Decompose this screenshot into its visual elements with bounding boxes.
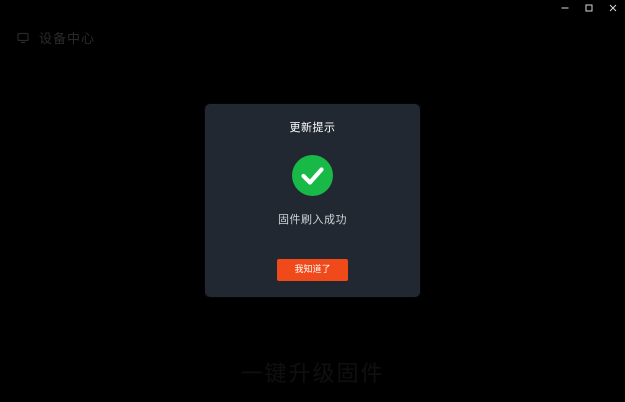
close-button[interactable] [601, 0, 625, 16]
confirm-button[interactable]: 我知道了 [277, 259, 348, 281]
maximize-button[interactable] [577, 0, 601, 16]
check-circle-icon [292, 155, 333, 196]
update-dialog: 更新提示 固件刷入成功 我知道了 [205, 104, 420, 297]
close-icon [609, 4, 617, 12]
minimize-icon [561, 7, 569, 9]
maximize-icon [585, 4, 593, 12]
dialog-title: 更新提示 [289, 121, 336, 134]
app-title: 设备中心 [39, 32, 96, 47]
app-header: 设备中心 [17, 28, 95, 47]
minimize-button[interactable] [553, 0, 577, 16]
device-icon [17, 32, 29, 43]
window-controls [553, 0, 625, 16]
dialog-message: 固件刷入成功 [278, 213, 347, 226]
background-action-text: 一键升级固件 [240, 362, 385, 387]
